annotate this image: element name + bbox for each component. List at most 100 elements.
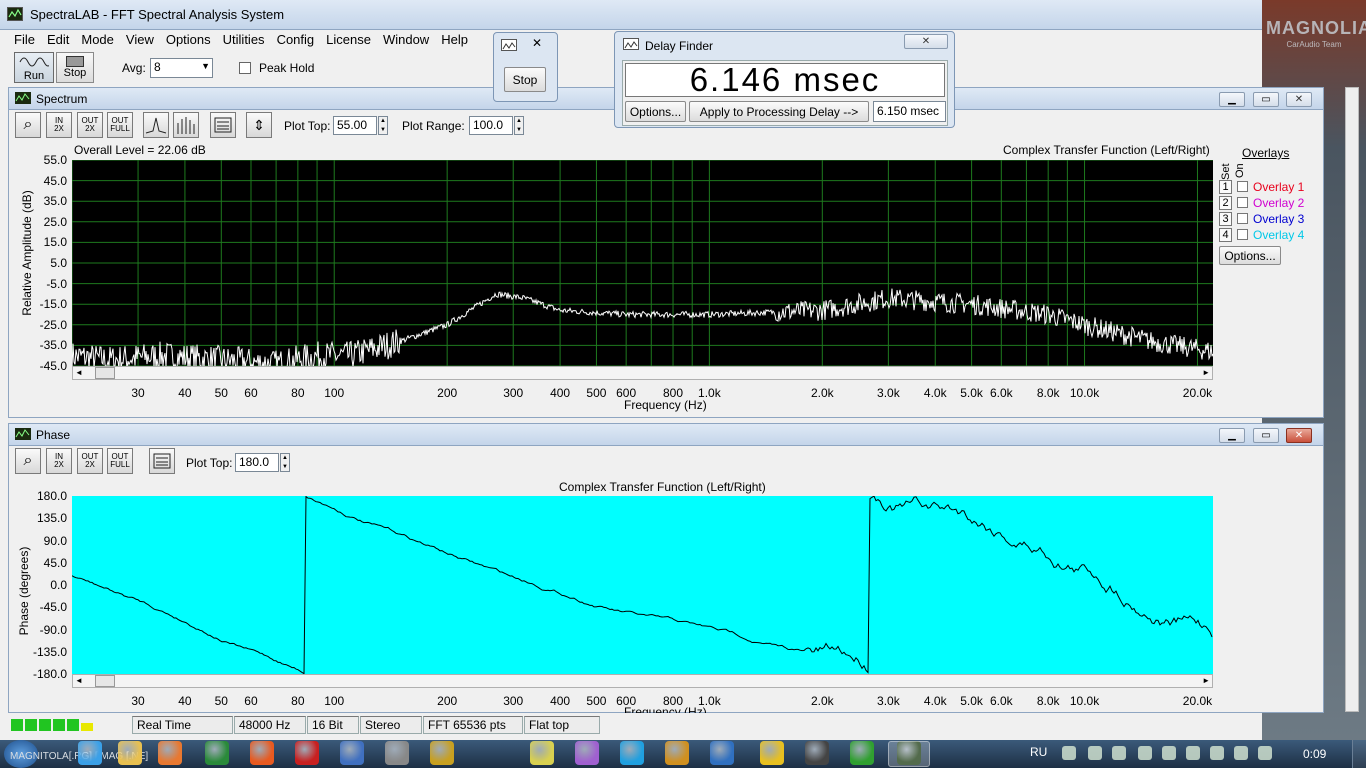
phase-plot-top-spinner[interactable]: ▲ ▼ [280, 453, 290, 472]
phase-maximize-button[interactable]: ▭ [1253, 428, 1279, 443]
x-tick-label: 6.0k [989, 386, 1013, 400]
excel-icon[interactable] [205, 741, 229, 765]
run-button[interactable]: Run [14, 52, 54, 83]
tray-language[interactable]: RU [1030, 745, 1047, 759]
avg-select[interactable]: 8 ▼ [150, 58, 213, 78]
phase-zoom-out-full-button[interactable]: OUT FULL [107, 448, 133, 474]
app-icon[interactable] [575, 741, 599, 765]
phase-table-icon[interactable] [149, 448, 175, 474]
status-bits: 16 Bit [307, 716, 359, 734]
overlay-on-checkbox[interactable] [1237, 213, 1248, 224]
pdf-icon[interactable] [295, 741, 319, 765]
table-icon[interactable] [210, 112, 236, 138]
phase-plot-top-input[interactable]: 180.0 [235, 453, 279, 472]
tray-clock[interactable]: 0:09 [1303, 747, 1326, 761]
overlay-set-button[interactable]: 1 [1219, 180, 1232, 194]
chrome-icon[interactable] [760, 741, 784, 765]
media-icon[interactable] [158, 741, 182, 765]
app-icon[interactable] [340, 741, 364, 765]
overlay-on-checkbox[interactable] [1237, 181, 1248, 192]
app-icon[interactable] [665, 741, 689, 765]
torrent-icon[interactable] [850, 741, 874, 765]
zoom-out-full-button[interactable]: OUT FULL [107, 112, 133, 138]
overlay-on-checkbox[interactable] [1237, 229, 1248, 240]
app-icon[interactable] [530, 741, 554, 765]
stop-toolbar-button[interactable]: Stop [56, 52, 94, 83]
folder-icon[interactable] [118, 741, 142, 765]
phase-zoom-in-2x-button[interactable]: IN 2X [46, 448, 72, 474]
tray-icon[interactable] [1062, 746, 1076, 760]
phase-zoom-out-2x-button[interactable]: OUT 2X [77, 448, 103, 474]
bar-plot-icon[interactable] [173, 112, 199, 138]
scroll-left-icon[interactable]: ◄ [75, 368, 83, 377]
phase-scrollbar[interactable]: ◄ ► [72, 674, 1213, 688]
menu-help[interactable]: Help [435, 31, 474, 49]
app-icon[interactable] [430, 741, 454, 765]
spectrum-plot-top-input[interactable]: 55.00 [333, 116, 377, 135]
spectrum-plot-range-spinner[interactable]: ▲ ▼ [514, 116, 524, 135]
tray-icon[interactable] [1112, 746, 1126, 760]
tray-icon[interactable] [1138, 746, 1152, 760]
spectrum-minimize-button[interactable]: ▁ [1219, 92, 1245, 107]
spectrum-plot[interactable] [72, 160, 1213, 366]
overlay-set-button[interactable]: 3 [1219, 212, 1232, 226]
spectrum-plot-range-label: Plot Range: [402, 119, 465, 133]
skype-icon[interactable] [620, 741, 644, 765]
active-task-spectralab[interactable] [888, 741, 930, 767]
rev-icon[interactable] [385, 741, 409, 765]
overlay-set-button[interactable]: 4 [1219, 228, 1232, 242]
tray-icon[interactable] [1186, 746, 1200, 760]
menu-license[interactable]: License [320, 31, 377, 49]
overlay-row: 3 Overlay 3 [1219, 212, 1319, 227]
magnify-icon[interactable]: ⌕ [15, 112, 41, 138]
tray-icon[interactable] [1162, 746, 1176, 760]
autoscale-icon[interactable]: ⇕ [246, 112, 272, 138]
menu-config[interactable]: Config [271, 31, 321, 49]
menu-edit[interactable]: Edit [41, 31, 75, 49]
spectrum-plot-range-input[interactable]: 100.0 [469, 116, 513, 135]
menu-mode[interactable]: Mode [75, 31, 120, 49]
menu-utilities[interactable]: Utilities [217, 31, 271, 49]
main-vertical-scrollbar[interactable] [1345, 87, 1359, 712]
scroll-right-icon[interactable]: ► [1202, 368, 1210, 377]
menu-file[interactable]: File [8, 31, 41, 49]
apply-to-processing-delay-button[interactable]: Apply to Processing Delay --> [689, 101, 869, 122]
phase-scroll-left-icon[interactable]: ◄ [75, 676, 83, 685]
show-desktop-button[interactable] [1352, 740, 1366, 768]
zoom-in-2x-button[interactable]: IN 2X [46, 112, 72, 138]
eye-icon[interactable] [805, 741, 829, 765]
tray-icon[interactable] [1234, 746, 1248, 760]
app-icon[interactable] [710, 741, 734, 765]
peak-hold-checkbox[interactable] [239, 62, 251, 74]
phase-minimize-button[interactable]: ▁ [1219, 428, 1245, 443]
phase-scroll-thumb[interactable] [95, 675, 115, 687]
menu-options[interactable]: Options [160, 31, 217, 49]
phase-title-bar[interactable]: Phase ▁ ▭ ✕ [9, 424, 1323, 446]
tray-icon[interactable] [1088, 746, 1102, 760]
line-plot-icon[interactable] [143, 112, 169, 138]
overlay-on-checkbox[interactable] [1237, 197, 1248, 208]
stop-dialog-close-icon[interactable]: ✕ [524, 36, 550, 50]
overlay-options-button[interactable]: Options... [1219, 246, 1281, 265]
tray-icon[interactable] [1210, 746, 1224, 760]
phase-close-button[interactable]: ✕ [1286, 428, 1312, 443]
phase-scroll-right-icon[interactable]: ► [1202, 676, 1210, 685]
stop-dialog-button[interactable]: Stop [504, 67, 546, 92]
delay-options-button[interactable]: Options... [625, 101, 686, 122]
browser-icon[interactable] [78, 741, 102, 765]
spectrum-close-button[interactable]: ✕ [1286, 92, 1312, 107]
spectrum-maximize-button[interactable]: ▭ [1253, 92, 1279, 107]
scroll-thumb[interactable] [95, 367, 115, 379]
tray-icon[interactable] [1258, 746, 1272, 760]
delay-finder-close-button[interactable]: ✕ [904, 34, 948, 49]
overlay-set-button[interactable]: 2 [1219, 196, 1232, 210]
menu-window[interactable]: Window [377, 31, 435, 49]
spectrum-scrollbar[interactable]: ◄ ► [72, 366, 1213, 380]
phase-plot[interactable] [72, 496, 1213, 674]
menu-view[interactable]: View [120, 31, 160, 49]
phase-magnify-icon[interactable]: ⌕ [15, 448, 41, 474]
main-title-bar[interactable]: SpectraLAB - FFT Spectral Analysis Syste… [0, 0, 1262, 30]
zoom-out-2x-button[interactable]: OUT 2X [77, 112, 103, 138]
spectrum-plot-top-spinner[interactable]: ▲ ▼ [378, 116, 388, 135]
firefox-icon[interactable] [250, 741, 274, 765]
